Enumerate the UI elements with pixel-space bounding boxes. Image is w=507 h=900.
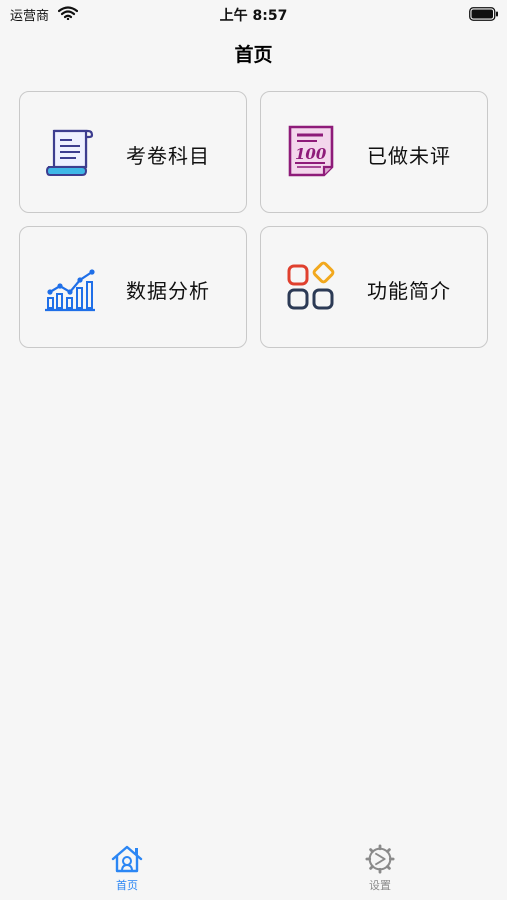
data-analysis-card[interactable]: 数据分析 [19,226,247,348]
tab-home[interactable]: 首页 [97,844,157,900]
tab-settings[interactable]: 设置 [350,844,410,900]
card-label: 已做未评 [367,144,451,168]
exam-subjects-card[interactable]: 考卷科目 [19,91,247,213]
home-screen: 运营商 上午 8:57 首页 考卷科目 100 已做未评 数据分析 功能简介 首… [0,0,507,900]
app-grid-icon [283,258,339,314]
home-icon [97,844,157,874]
scroll-document-icon [42,123,98,179]
status-time: 上午 8:57 [219,8,288,24]
feature-intro-card[interactable]: 功能简介 [260,226,488,348]
bar-chart-trend-icon [42,258,98,314]
card-label: 考卷科目 [126,144,210,168]
card-label: 功能简介 [367,279,451,303]
tab-bar: 首页 设置 [0,836,507,900]
tab-settings-label: 设置 [369,879,391,892]
status-bar: 运营商 上午 8:57 [0,0,507,28]
battery-icon [469,6,499,21]
tab-home-label: 首页 [116,879,138,892]
settings-gear-icon [350,844,410,874]
score-100-paper-icon: 100 [283,123,339,179]
done-not-graded-card[interactable]: 100 已做未评 [260,91,488,213]
page-title: 首页 [234,44,273,66]
card-label: 数据分析 [126,279,210,303]
svg-text:100: 100 [295,145,327,163]
